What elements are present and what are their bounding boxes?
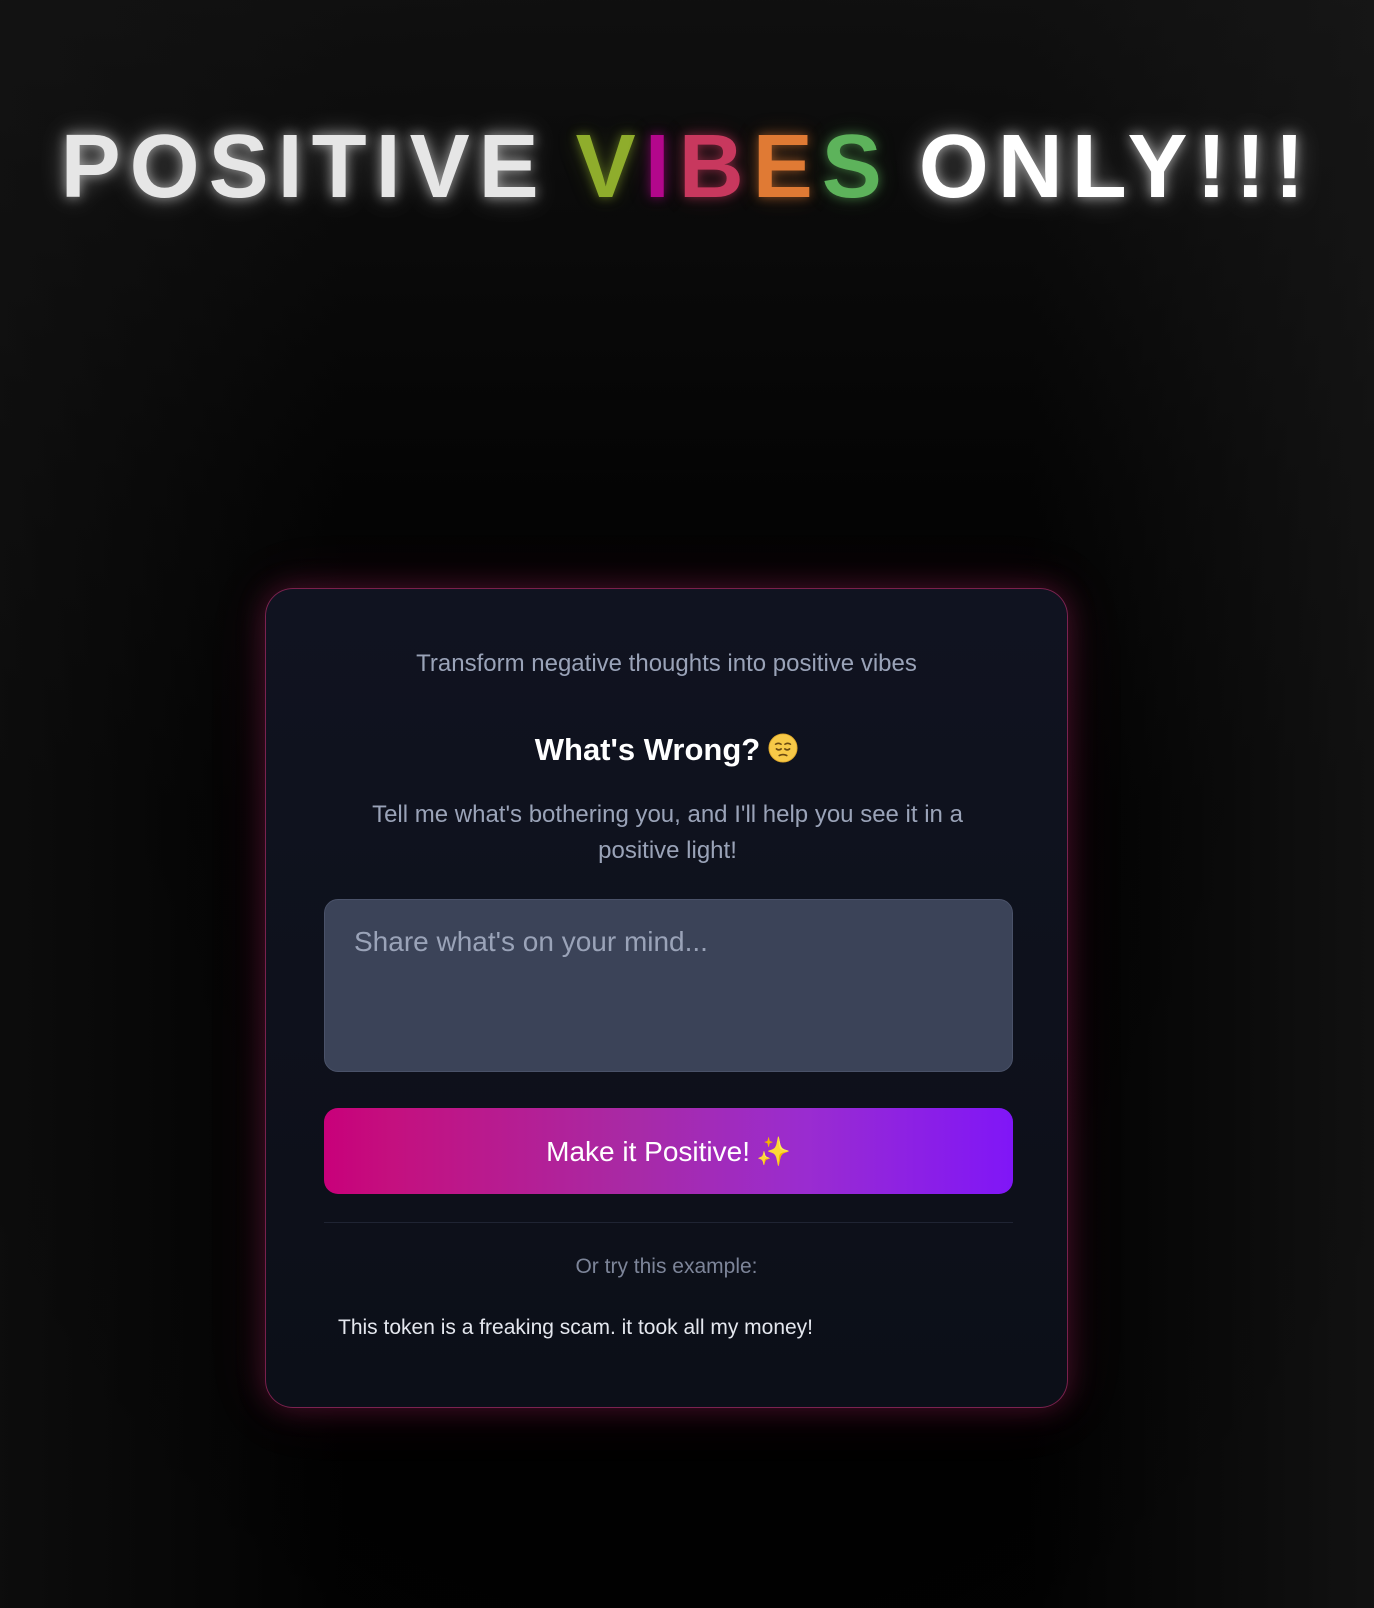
hero-word-vibes: VIBES	[576, 122, 891, 212]
card-tagline: Transform negative thoughts into positiv…	[416, 650, 917, 677]
hero-word-only: ONLY!!!	[918, 117, 1314, 217]
make-it-positive-label: Make it Positive!	[546, 1135, 750, 1167]
make-it-positive-button[interactable]: Make it Positive! ✨	[324, 1108, 1013, 1194]
sparkles-icon: ✨	[755, 1135, 791, 1167]
thought-input[interactable]	[324, 899, 1013, 1072]
card-heading: What's Wrong?	[266, 732, 1067, 768]
card-heading-text: What's Wrong?	[534, 732, 761, 767]
vibes-letter-b: B	[678, 117, 753, 217]
card-divider	[324, 1222, 1013, 1223]
hero-title: POSITIVE VIBES ONLY!!!	[0, 122, 1374, 212]
pensive-face-icon	[768, 733, 798, 763]
vibes-letter-i: I	[644, 117, 679, 217]
positivity-card: Transform negative thoughts into positiv…	[265, 588, 1068, 1408]
vibes-letter-e: E	[752, 117, 822, 217]
example-label: Or try this example:	[575, 1255, 758, 1278]
vibes-letter-v: V	[575, 117, 645, 217]
example-prompt[interactable]: This token is a freaking scam. it took a…	[324, 1301, 1013, 1355]
vibes-letter-s: S	[821, 117, 891, 217]
hero-word-positive: POSITIVE	[60, 117, 548, 217]
card-description: Tell me what's bothering you, and I'll h…	[372, 801, 963, 864]
